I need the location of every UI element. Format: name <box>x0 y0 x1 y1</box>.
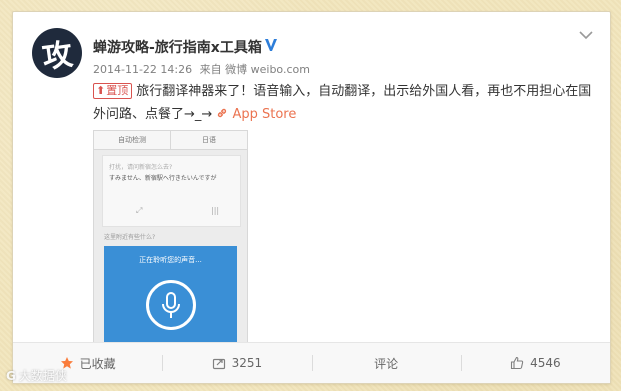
watermark: G 大数据侠 <box>6 367 67 384</box>
image-question2-text: 这里附近有些什么? <box>104 234 156 241</box>
comment-label: 评论 <box>374 356 399 371</box>
image-tab-japanese: 日语 <box>170 131 247 149</box>
link-icon <box>218 108 227 118</box>
image-question-text: 打扰，请问新宿怎么去? <box>109 164 173 171</box>
weibo-post-card: 攻 蝉游攻略-旅行指南x工具箱 2014-11-22 14:26 来自 微博 w… <box>12 11 611 384</box>
image-tabs: 自动检测 日语 <box>94 131 247 150</box>
app-store-link[interactable]: App Store <box>216 107 296 122</box>
bars-icon: ||| <box>211 206 220 215</box>
image-listening-text: 正在聆听您的声音... <box>139 256 202 264</box>
chevron-down-icon[interactable] <box>578 29 594 41</box>
image-translation-card: 打扰，请问新宿怎么去? すみません、新宿駅へ行きたいんですが ⤢ ||| <box>102 155 241 227</box>
repost-button[interactable]: 3251 <box>162 343 311 383</box>
action-bar: 已收藏 3251 评论 4546 <box>13 342 610 383</box>
post-meta: 2014-11-22 14:26 来自 微博 weibo.com <box>93 61 310 77</box>
favorite-label: 已收藏 <box>79 356 116 371</box>
repost-icon <box>212 358 225 370</box>
microphone-icon <box>146 280 196 330</box>
expand-icon: ⤢ <box>136 206 143 215</box>
verified-v-icon <box>265 39 277 51</box>
post-timestamp[interactable]: 2014-11-22 14:26 <box>93 63 192 76</box>
pinned-badge: ⬆置顶 <box>93 83 133 99</box>
author-avatar[interactable]: 攻 <box>32 28 82 78</box>
pinned-badge-label: 置顶 <box>106 84 129 97</box>
author-name[interactable]: 蝉游攻略-旅行指南x工具箱 <box>93 37 262 57</box>
post-content: ⬆置顶 旅行翻译神器来了！语音输入，自动翻译，出示给外国人看，再也不用担心在国外问… <box>93 80 593 126</box>
attached-image[interactable]: 自动检测 日语 打扰，请问新宿怎么去? すみません、新宿駅へ行きたいんですが ⤢… <box>93 130 248 348</box>
watermark-text: 大数据侠 <box>18 369 67 383</box>
watermark-logo-icon: G <box>6 369 16 383</box>
like-button[interactable]: 4546 <box>460 343 610 383</box>
image-answer-text: すみません、新宿駅へ行きたいんですが <box>109 175 217 182</box>
thumbs-up-icon <box>511 356 524 370</box>
comment-button[interactable]: 评论 <box>311 343 461 383</box>
post-source[interactable]: 微博 weibo.com <box>225 63 310 76</box>
pin-icon: ⬆ <box>96 84 106 97</box>
repost-count: 3251 <box>231 356 263 370</box>
image-tab-auto-detect: 自动检测 <box>118 136 146 144</box>
like-count: 4546 <box>530 356 561 370</box>
avatar-glyph: 攻 <box>40 37 75 76</box>
source-prefix: 来自 <box>199 63 222 76</box>
image-listening-panel: 正在聆听您的声音... <box>104 246 237 347</box>
app-store-label: App Store <box>232 107 297 122</box>
post-text: 旅行翻译神器来了！语音输入，自动翻译，出示给外国人看，再也不用担心在国外问路、点… <box>93 84 592 122</box>
